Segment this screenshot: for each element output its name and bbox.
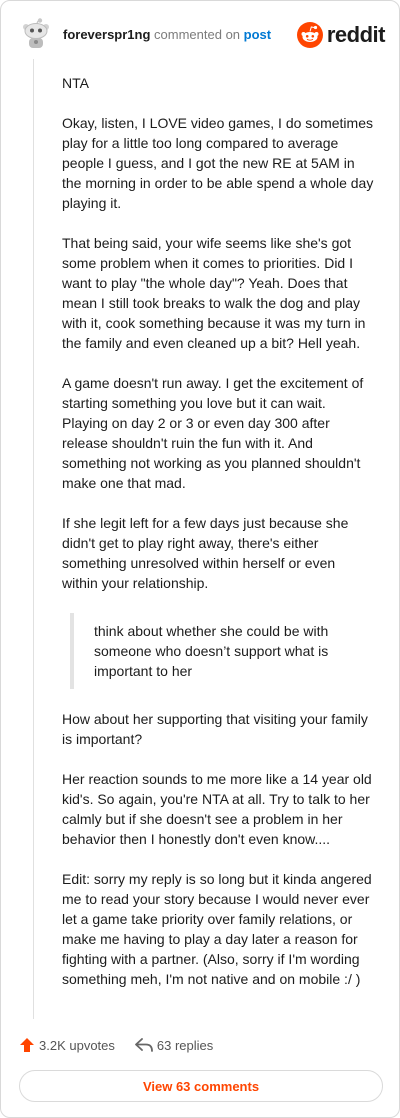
- comment-paragraph: That being said, your wife seems like sh…: [62, 235, 366, 351]
- comment-meta: foreverspr1ng commented on post: [63, 27, 271, 42]
- post-link[interactable]: post: [244, 27, 271, 42]
- comment-footer: 3.2K upvotes 63 replies: [19, 1033, 213, 1057]
- comment-paragraph: If she legit left for a few days just be…: [62, 515, 349, 591]
- reddit-logo-icon: [296, 22, 323, 48]
- comment-paragraph: Edit: sorry my reply is so long but it k…: [62, 871, 372, 987]
- view-comments-button[interactable]: View 63 comments: [19, 1070, 383, 1102]
- reddit-wordmark: reddit: [326, 22, 386, 47]
- reply-arrow-icon: [134, 1038, 153, 1052]
- reply-count: 63 replies: [156, 1037, 214, 1053]
- comment-paragraph: A game doesn't run away. I get the excit…: [62, 375, 364, 491]
- comment-action-text: commented on: [154, 27, 241, 42]
- reddit-brand[interactable]: reddit: [296, 21, 386, 49]
- thread-line: [33, 59, 34, 1019]
- username-link[interactable]: foreverspr1ng: [63, 27, 150, 42]
- comment-paragraph: Okay, listen, I LOVE video games, I do s…: [62, 115, 374, 211]
- upvote-arrow-icon: [20, 1038, 34, 1052]
- blockquote: think about whether she could be with so…: [70, 613, 374, 689]
- upvote-button[interactable]: 3.2K upvotes: [19, 1037, 115, 1053]
- comment-body: NTA Okay, listen, I LOVE video games, I …: [62, 73, 374, 1009]
- comment-card: foreverspr1ng commented on post reddit N…: [0, 0, 400, 1118]
- comment-paragraph: How about her supporting that visiting y…: [62, 711, 368, 747]
- replies-button[interactable]: 63 replies: [134, 1037, 214, 1053]
- comment-header: foreverspr1ng commented on post reddit: [15, 15, 386, 55]
- comment-paragraph: Her reaction sounds to me more like a 14…: [62, 771, 372, 847]
- upvote-count: 3.2K upvotes: [39, 1037, 115, 1053]
- avatar[interactable]: [21, 17, 51, 49]
- quote-text: think about whether she could be with so…: [94, 623, 329, 679]
- snoo-avatar-icon: [23, 18, 49, 48]
- comment-paragraph: NTA: [62, 75, 89, 91]
